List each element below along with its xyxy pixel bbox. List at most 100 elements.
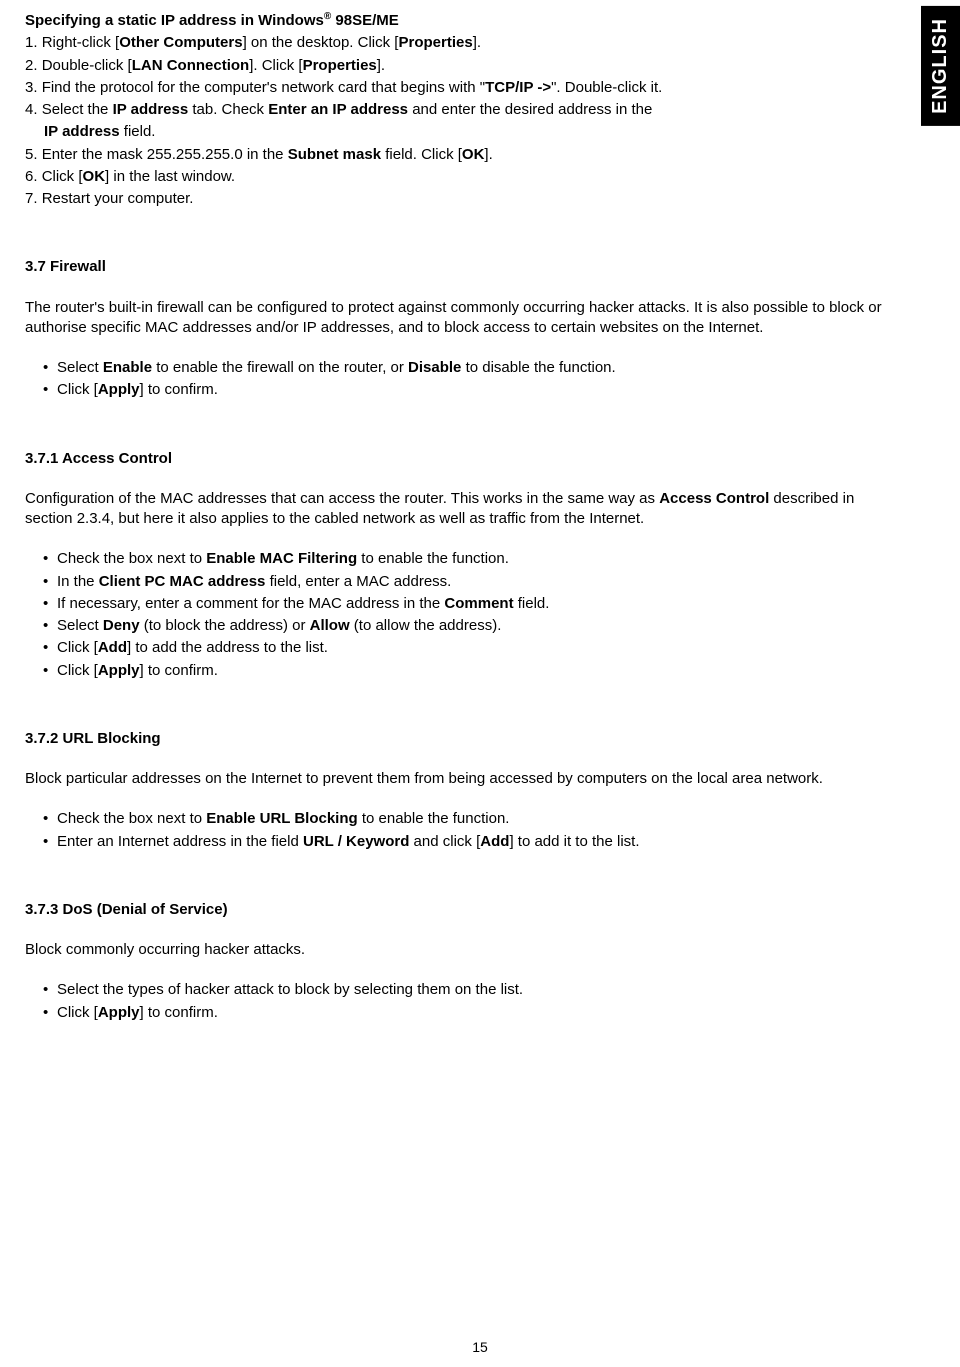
step-6: 6. Click [OK] in the last window. (25, 167, 895, 187)
list-item: Select the types of hacker attack to blo… (43, 980, 895, 1000)
step-num: 5. (25, 146, 42, 163)
t: Click [ (57, 381, 98, 398)
step-2: 2. Double-click [LAN Connection]. Click … (25, 56, 895, 76)
bold: Comment (444, 595, 513, 612)
bold: Add (98, 639, 127, 656)
list-item: Check the box next to Enable URL Blockin… (43, 809, 895, 829)
bold: Access Control (659, 490, 769, 507)
t: Check the box next to (57, 550, 206, 567)
t: field. (120, 123, 156, 140)
bold: LAN Connection (132, 57, 250, 74)
t: field, enter a MAC address. (265, 573, 451, 590)
list-item: Click [Add] to add the address to the li… (43, 638, 895, 658)
t: and click [ (409, 833, 480, 850)
t: ] to add the address to the list. (127, 639, 328, 656)
t: ] to confirm. (140, 381, 218, 398)
t: to enable the firewall on the router, or (152, 359, 408, 376)
t: and enter the desired address in the (408, 101, 652, 118)
bold: OK (83, 168, 106, 185)
step-3: 3. Find the protocol for the computer's … (25, 78, 895, 98)
t: tab. Check (188, 101, 268, 118)
step-7: 7. Restart your computer. (25, 189, 895, 209)
t: field. Click [ (381, 146, 462, 163)
bold: Enable (103, 359, 152, 376)
t: to enable the function. (357, 550, 509, 567)
t: If necessary, enter a comment for the MA… (57, 595, 444, 612)
bold: Apply (98, 662, 140, 679)
t: to enable the function. (358, 810, 510, 827)
bold: Other Computers (119, 34, 242, 51)
t: Enter an Internet address in the field (57, 833, 303, 850)
page-number: 15 (0, 1338, 960, 1357)
t: Enter the mask 255.255.255.0 in the (42, 146, 288, 163)
bold: TCP/IP -> (485, 79, 551, 96)
t: ] to add it to the list. (509, 833, 639, 850)
bullets-dos: Select the types of hacker attack to blo… (25, 980, 895, 1023)
heading-url-blocking: 3.7.2 URL Blocking (25, 729, 895, 749)
step-num: 2. (25, 57, 42, 74)
bullets-url-blocking: Check the box next to Enable URL Blockin… (25, 809, 895, 852)
list-item: Check the box next to Enable MAC Filteri… (43, 549, 895, 569)
para-access-control: Configuration of the MAC addresses that … (25, 489, 895, 530)
t: Click [ (57, 662, 98, 679)
t: ]. (377, 57, 385, 74)
t: ] in the last window. (105, 168, 235, 185)
step-4-cont: IP address field. (25, 122, 895, 142)
t: Select (57, 359, 103, 376)
heading-text-post: 98SE/ME (331, 12, 399, 29)
heading-access-control: 3.7.1 Access Control (25, 449, 895, 469)
bold: Client PC MAC address (99, 573, 266, 590)
list-item: Click [Apply] to confirm. (43, 661, 895, 681)
t: Find the protocol for the computer's net… (42, 79, 485, 96)
bold: Subnet mask (288, 146, 381, 163)
list-item: If necessary, enter a comment for the MA… (43, 594, 895, 614)
bold: Deny (103, 617, 140, 634)
t: field. (514, 595, 550, 612)
t: Restart your computer. (42, 190, 194, 207)
bullets-firewall: Select Enable to enable the firewall on … (25, 358, 895, 401)
list-item: Click [Apply] to confirm. (43, 380, 895, 400)
step-5: 5. Enter the mask 255.255.255.0 in the S… (25, 145, 895, 165)
t: to disable the function. (461, 359, 615, 376)
t: Click [ (42, 168, 83, 185)
t: ] on the desktop. Click [ (243, 34, 399, 51)
t: Select (57, 617, 103, 634)
step-4: 4. Select the IP address tab. Check Ente… (25, 100, 895, 120)
t: Right-click [ (42, 34, 120, 51)
t: ]. Click [ (249, 57, 302, 74)
bold: Apply (98, 381, 140, 398)
list-item: Select Deny (to block the address) or Al… (43, 616, 895, 636)
t: (to allow the address). (350, 617, 502, 634)
para-dos: Block commonly occurring hacker attacks. (25, 940, 895, 960)
t: ]. (484, 146, 492, 163)
step-num: 1. (25, 34, 42, 51)
bold: URL / Keyword (303, 833, 409, 850)
t: Double-click [ (42, 57, 132, 74)
t: Select the types of hacker attack to blo… (57, 981, 523, 998)
bold: Enter an IP address (268, 101, 408, 118)
bold: Enable URL Blocking (206, 810, 357, 827)
bold: Allow (310, 617, 350, 634)
bold: Add (480, 833, 509, 850)
bold: Disable (408, 359, 461, 376)
t: ]. (473, 34, 481, 51)
t: ] to confirm. (140, 662, 218, 679)
heading-dos: 3.7.3 DoS (Denial of Service) (25, 900, 895, 920)
step-num: 6. (25, 168, 42, 185)
t: Click [ (57, 1004, 98, 1021)
bold: IP address (44, 123, 120, 140)
bold: OK (462, 146, 485, 163)
list-item: In the Client PC MAC address field, ente… (43, 572, 895, 592)
language-tab: ENGLISH (921, 6, 960, 126)
page-content: Specifying a static IP address in Window… (25, 10, 895, 1023)
step-num: 7. (25, 190, 42, 207)
step-1: 1. Right-click [Other Computers] on the … (25, 33, 895, 53)
heading-firewall: 3.7 Firewall (25, 257, 895, 277)
para-url-blocking: Block particular addresses on the Intern… (25, 769, 895, 789)
t: Click [ (57, 639, 98, 656)
t: Select the (42, 101, 113, 118)
t: ] to confirm. (140, 1004, 218, 1021)
bold: Properties (303, 57, 377, 74)
para-firewall: The router's built-in firewall can be co… (25, 298, 895, 339)
bold: Apply (98, 1004, 140, 1021)
